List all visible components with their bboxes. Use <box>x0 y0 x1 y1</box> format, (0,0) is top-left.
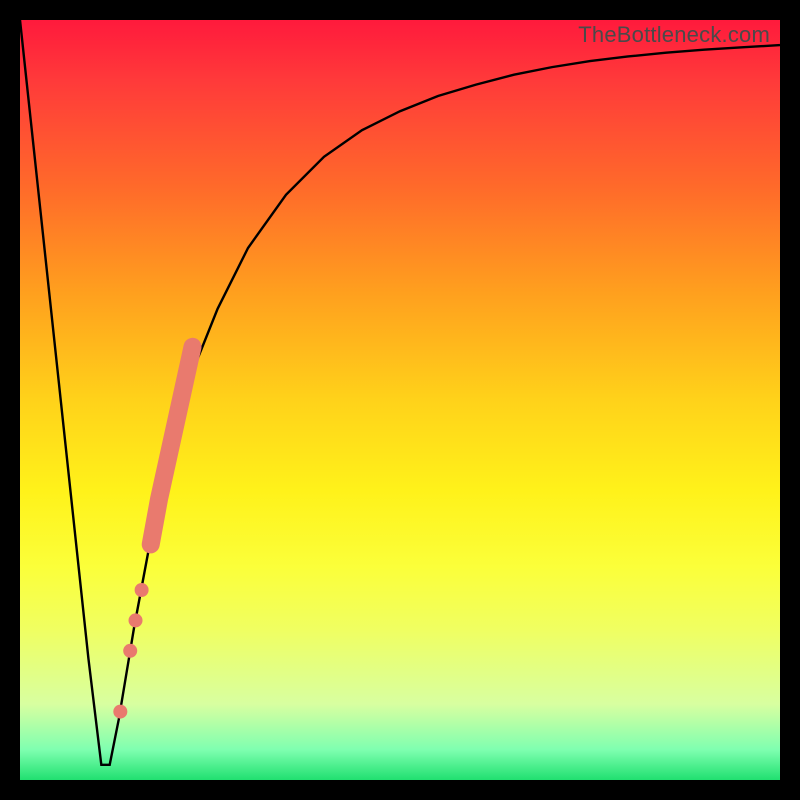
highlight-segment <box>113 347 192 719</box>
highlight-dot <box>135 583 149 597</box>
plot-area: TheBottleneck.com <box>20 20 780 780</box>
highlight-dot <box>123 644 137 658</box>
curve-svg <box>20 20 780 780</box>
highlight-dot <box>129 613 143 627</box>
chart-frame: TheBottleneck.com <box>0 0 800 800</box>
highlight-dot <box>113 705 127 719</box>
highlight-stroke <box>151 347 193 545</box>
